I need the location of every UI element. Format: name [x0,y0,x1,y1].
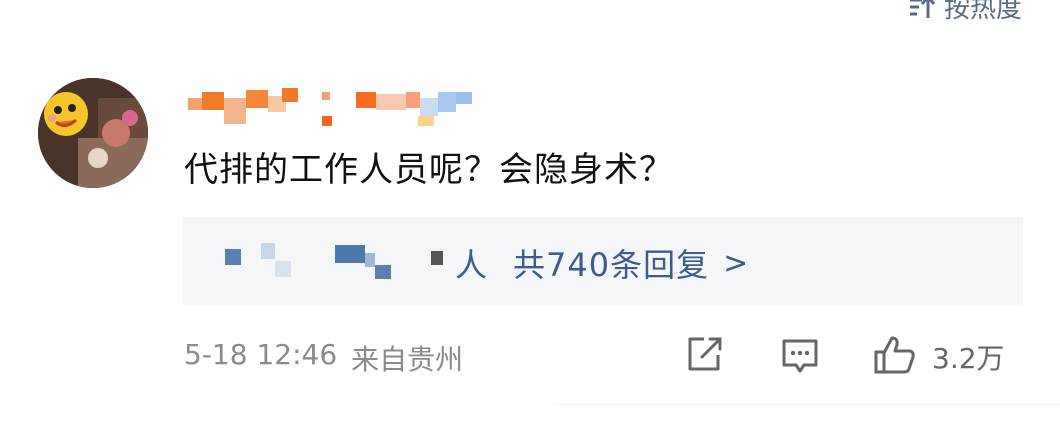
share-icon [682,333,726,381]
share-button[interactable] [682,333,726,381]
comment-actions: 3.2万 [682,332,1005,382]
chevron-right-icon: > [723,245,749,281]
comment-icon [778,333,822,381]
like-button[interactable]: 3.2万 [872,332,1005,382]
reply-preview-box[interactable]: 人 共740条回复 > [183,217,1023,305]
reply-users-obscured [225,241,451,285]
comment-text: 代排的工作人员呢？会隐身术？ [184,150,674,190]
sort-icon [906,0,936,22]
username-obscured[interactable] [186,88,506,128]
comment-location: 来自贵州 [351,343,464,376]
sort-by-hot-button[interactable]: 按热度 [906,0,1022,25]
like-count: 3.2万 [932,342,1005,375]
user-avatar[interactable] [38,78,148,188]
reply-count-link[interactable]: 共740条回复 [513,240,709,286]
thumbs-up-icon [872,332,918,382]
reply-person-suffix: 人 [455,246,488,284]
comment-button[interactable] [778,333,822,381]
divider [555,404,1060,405]
comment-meta: 5-18 12:46 来自贵州 [184,338,463,378]
comment-date: 5-18 12:46 [184,338,338,371]
sort-label: 按热度 [943,0,1022,24]
